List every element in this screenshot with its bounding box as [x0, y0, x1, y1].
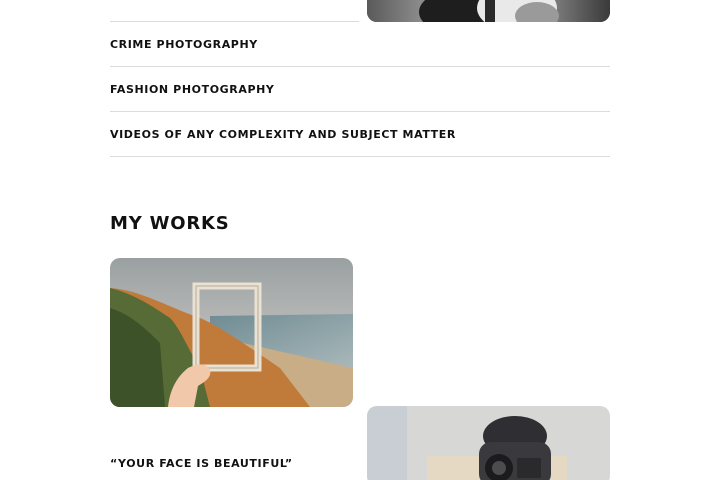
work-image-frame-coast [110, 258, 353, 407]
work-card-photographer[interactable] [367, 406, 610, 480]
work-image-photographer [367, 406, 610, 480]
work-card-frame-coast[interactable] [110, 258, 353, 407]
service-label: CRIME PHOTOGRAPHY [110, 38, 258, 51]
service-label: FASHION PHOTOGRAPHY [110, 82, 275, 96]
service-item-fashion[interactable]: FASHION PHOTOGRAPHY [110, 67, 610, 112]
service-label: VIDEOS OF ANY COMPLEXITY AND SUBJECT MAT… [110, 127, 456, 141]
portrait-photo-image [367, 0, 610, 22]
service-item-videos[interactable]: VIDEOS OF ANY COMPLEXITY AND SUBJECT MAT… [110, 112, 610, 157]
work-caption: “YOUR FACE IS BEAUTIFUL” [110, 457, 293, 470]
services-list: CRIME PHOTOGRAPHY FASHION PHOTOGRAPHY VI… [110, 22, 610, 157]
service-item-crime[interactable]: CRIME PHOTOGRAPHY [110, 22, 610, 67]
section-title-my-works: MY WORKS [110, 213, 230, 234]
portrait-photo [367, 0, 610, 22]
